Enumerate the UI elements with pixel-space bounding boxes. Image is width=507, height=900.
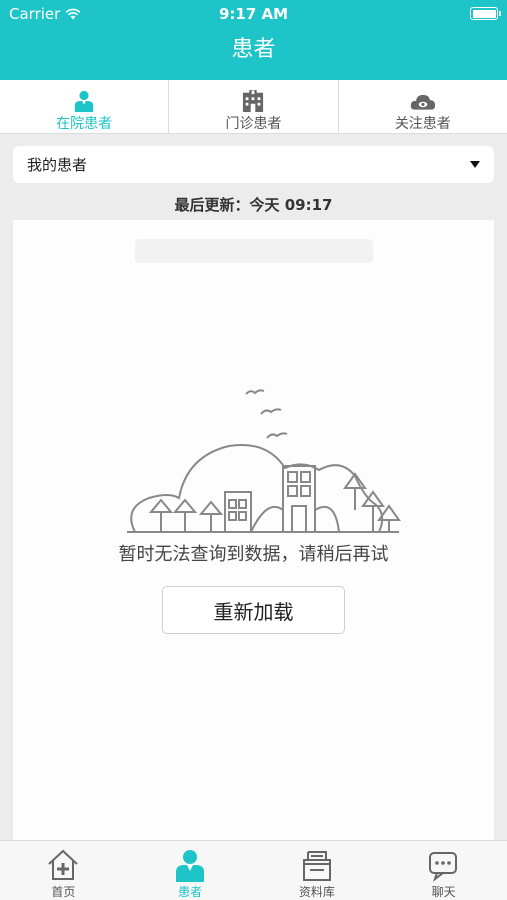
bottom-tab-home[interactable]: 首页 bbox=[0, 841, 127, 900]
battery-icon bbox=[470, 7, 501, 20]
nav-bar: 患者 bbox=[0, 28, 507, 80]
bottom-tab-library-label: 资料库 bbox=[298, 885, 335, 899]
bottom-tab-chat[interactable]: 聊天 bbox=[380, 841, 507, 900]
doctor-person-icon bbox=[176, 850, 205, 882]
tab-outpatient-label: 门诊患者 bbox=[225, 116, 282, 132]
bottom-tab-patients-label: 患者 bbox=[178, 885, 203, 899]
patient-scope-dropdown[interactable]: 我的患者 bbox=[13, 146, 494, 183]
tab-inpatient-label: 在院患者 bbox=[56, 116, 113, 132]
bottom-tab-patients[interactable]: 患者 bbox=[127, 841, 254, 900]
dropdown-selected-value: 我的患者 bbox=[27, 156, 88, 174]
bottom-tab-chat-label: 聊天 bbox=[431, 885, 456, 899]
reload-button[interactable]: 重新加载 bbox=[162, 586, 345, 634]
pull-refresh-hint bbox=[135, 239, 373, 263]
cloud-eye-icon bbox=[410, 94, 435, 110]
patient-type-tabs: 在院患者 门诊患者 关注患者 bbox=[0, 80, 507, 134]
patient-list-panel[interactable]: 暂时无法查询到数据，请稍后再试 重新加载 bbox=[13, 220, 494, 840]
chat-bubble-icon bbox=[428, 852, 457, 882]
page-title: 患者 bbox=[231, 37, 276, 62]
empty-city-illustration bbox=[127, 389, 401, 533]
last-updated-text: 最后更新：今天 09:17 bbox=[174, 196, 333, 214]
archive-box-icon bbox=[302, 851, 331, 881]
bottom-tab-bar: 首页 患者 资料库 聊天 bbox=[0, 840, 507, 900]
tab-outpatient[interactable]: 门诊患者 bbox=[169, 80, 339, 133]
home-plus-icon bbox=[48, 849, 79, 880]
tab-followed[interactable]: 关注患者 bbox=[339, 80, 507, 133]
status-time: 9:17 AM bbox=[218, 5, 289, 23]
tab-followed-label: 关注患者 bbox=[394, 116, 451, 132]
doctor-person-icon bbox=[74, 90, 94, 112]
bottom-tab-library[interactable]: 资料库 bbox=[254, 841, 381, 900]
hospital-building-icon bbox=[243, 90, 264, 112]
tab-inpatient[interactable]: 在院患者 bbox=[0, 80, 170, 133]
bottom-tab-home-label: 首页 bbox=[51, 885, 76, 899]
empty-state-message: 暂时无法查询到数据，请稍后再试 bbox=[118, 544, 389, 565]
caret-down-icon bbox=[470, 161, 480, 168]
status-bar: Carrier 9:17 AM bbox=[0, 0, 507, 28]
